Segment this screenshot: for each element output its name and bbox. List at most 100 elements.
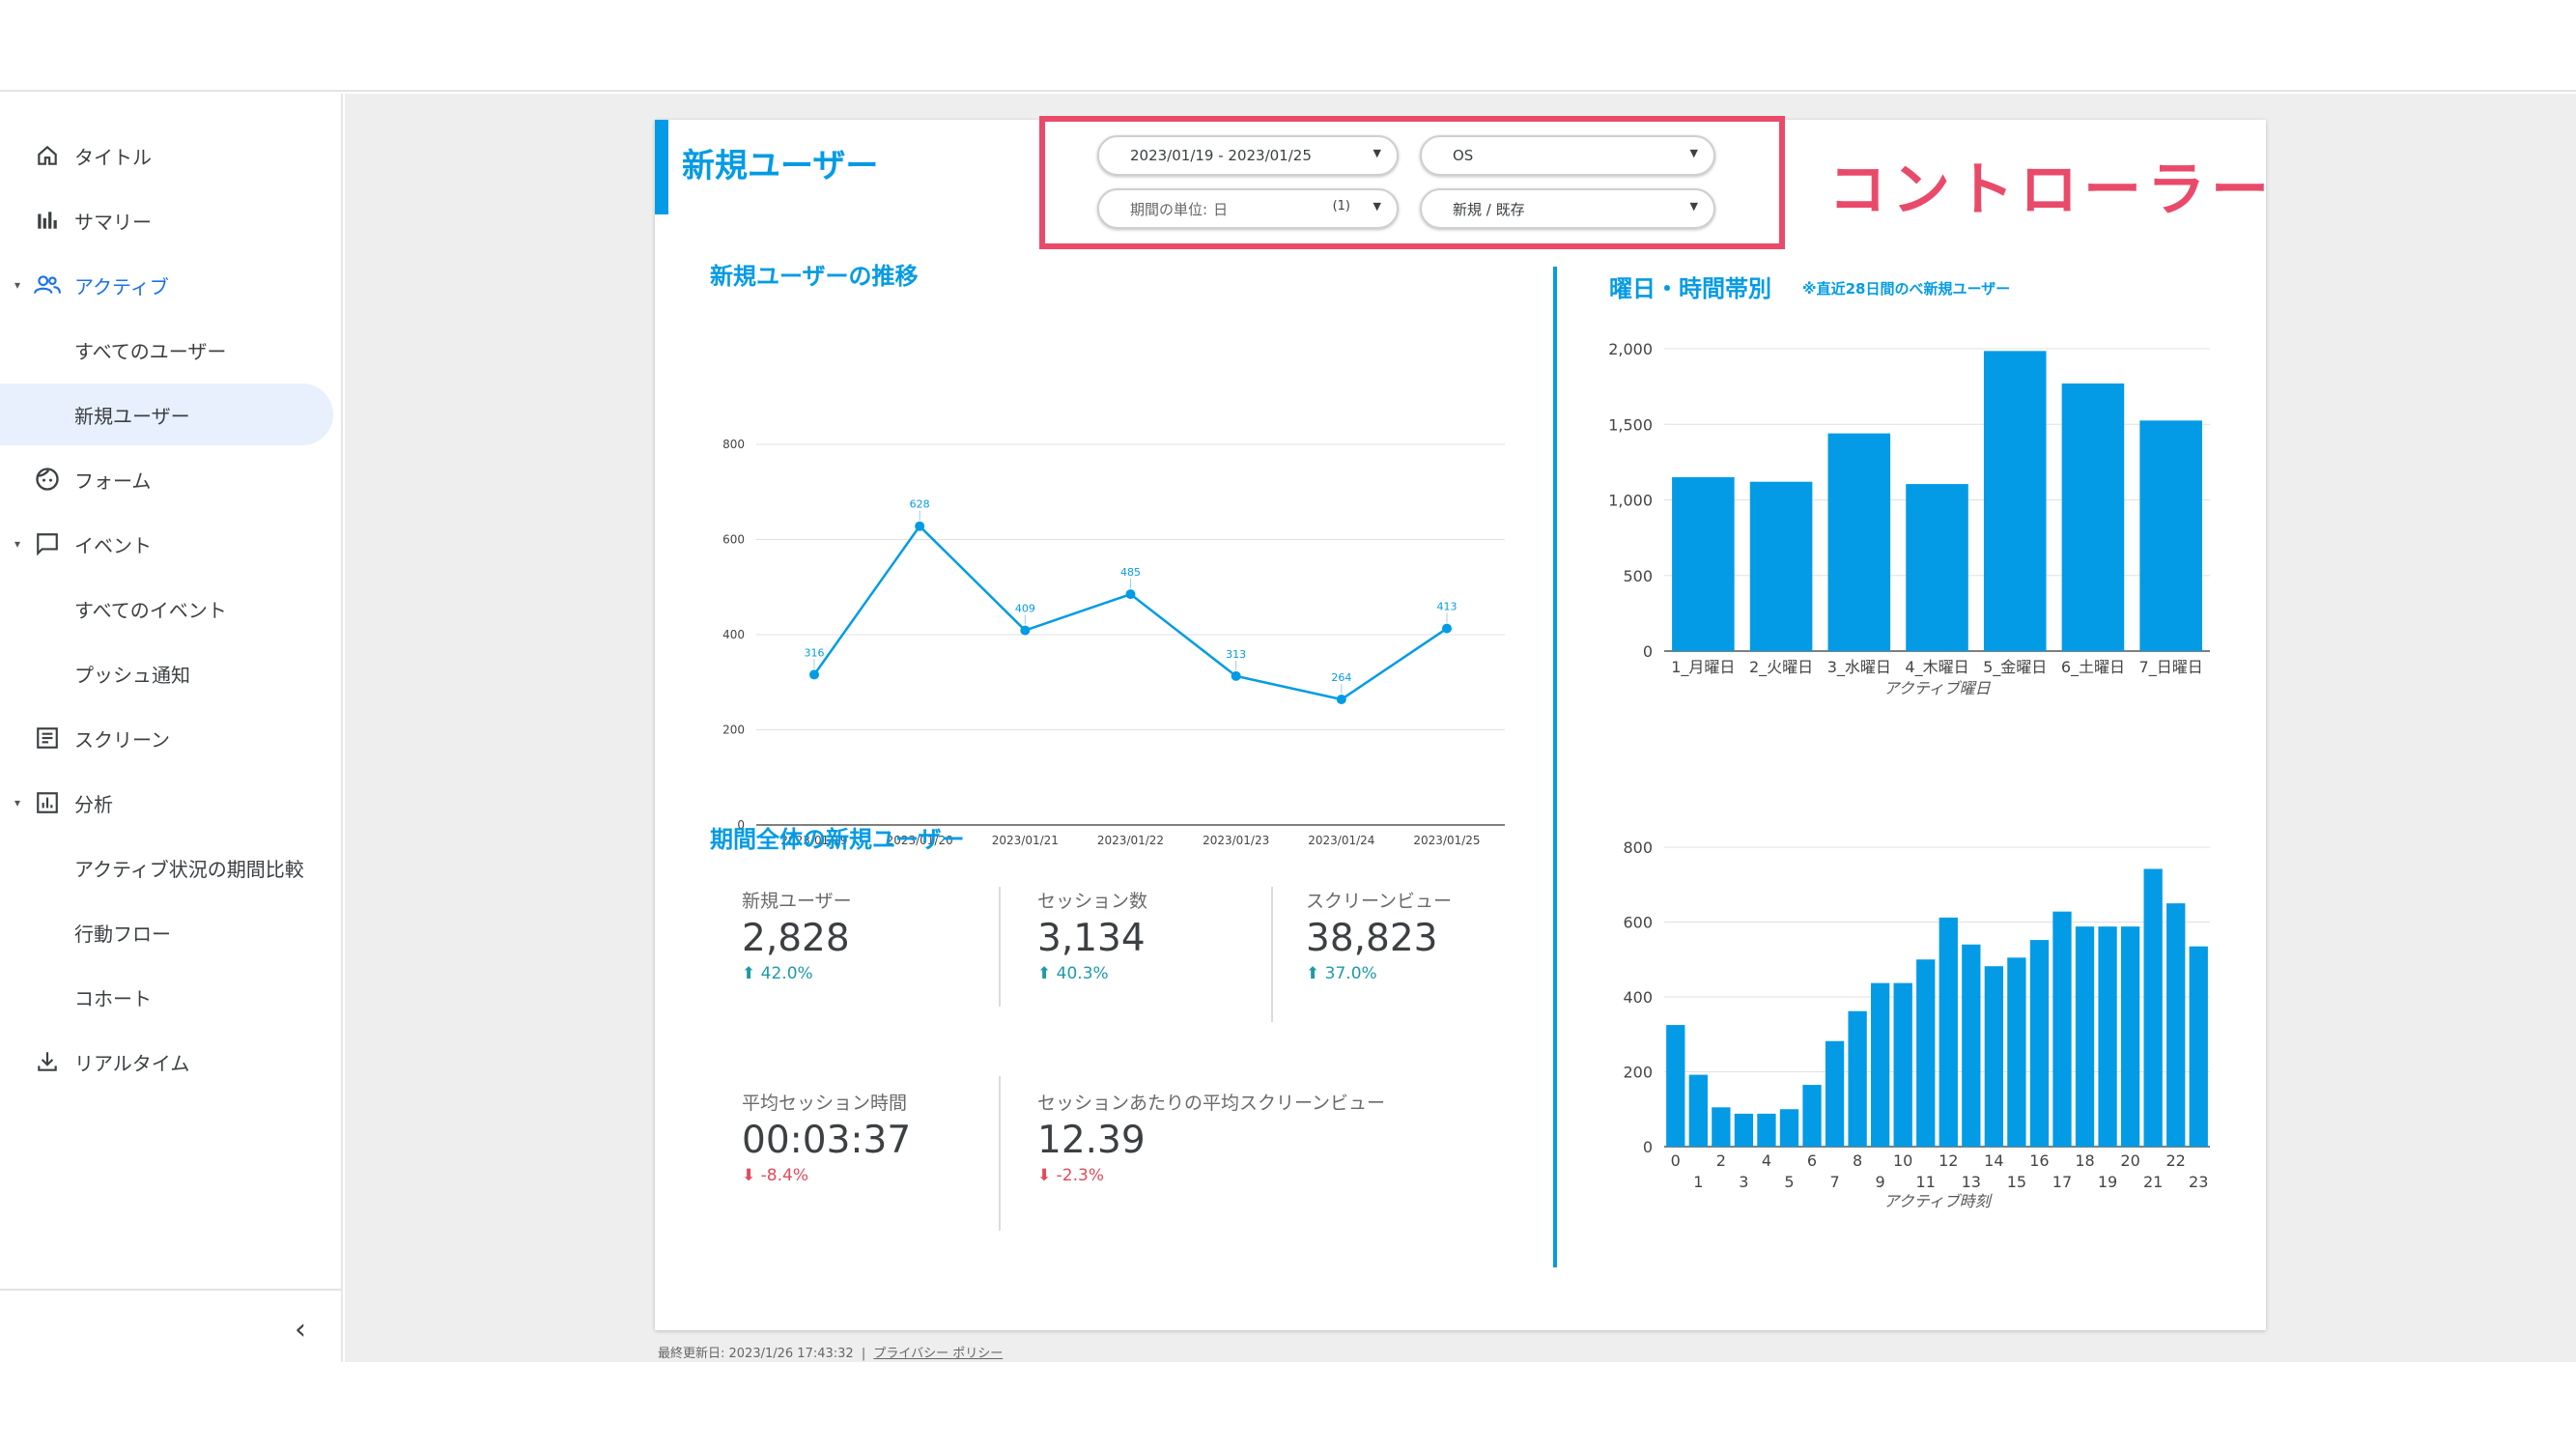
privacy-policy-link[interactable]: プライバシー ポリシー [873, 1347, 1003, 1361]
x-tick-label: 2023/01/24 [1308, 834, 1374, 847]
series-line [812, 524, 1448, 701]
bar [2007, 957, 2026, 1147]
sidebar-item-new-users[interactable]: 新規ユーザー [0, 384, 333, 445]
data-label: 485 [1120, 566, 1141, 579]
bar [1962, 944, 1981, 1147]
bar [2098, 926, 2117, 1147]
sidebar-item-label: リアルタイム [74, 1051, 190, 1075]
x-tick-label: 22 [2166, 1151, 2186, 1170]
kpi-label: 平均セッション時間 [742, 1093, 908, 1114]
weekday-hour-note: ※直近28日間のべ新規ユーザー [1802, 280, 2011, 298]
sidebar-item-all-users[interactable]: すべてのユーザー [0, 319, 333, 381]
arrow-down-icon: ⬇ [1037, 1166, 1057, 1185]
y-tick-label: 1,500 [1608, 415, 1653, 434]
kpi-value: 12.39 [1037, 1119, 1146, 1162]
face-icon [32, 464, 63, 495]
sidebar-item-period-compare[interactable]: アクティブ状況の期間比較 [0, 837, 333, 898]
kpi-screen-views: スクリーンビュー 38,823 ⬆ 37.0% [1306, 887, 1452, 983]
title-accent-bar [655, 120, 668, 214]
sidebar-item-summary[interactable]: サマリー [0, 189, 333, 251]
bar [1688, 1074, 1708, 1147]
x-tick-label: 17 [2052, 1173, 2072, 1191]
sidebar-item-label: 行動フロー [74, 922, 171, 946]
y-tick-label: 0 [1643, 1138, 1653, 1156]
y-tick-label: 500 [1623, 567, 1653, 585]
user-type-filter[interactable]: 新規 / 既存 ▼ [1420, 188, 1715, 229]
comment-icon [32, 528, 63, 559]
x-tick-label: 12 [1939, 1151, 1958, 1170]
bar [2075, 926, 2095, 1147]
bar [1984, 966, 2004, 1147]
date-range-control[interactable]: 2023/01/19 - 2023/01/25 ▼ [1097, 135, 1399, 176]
sidebar: タイトル サマリー ▾ アクティブ すべてのユーザー 新規ユーザー フォーム ▾… [0, 94, 343, 1362]
os-filter[interactable]: OS ▼ [1420, 135, 1715, 176]
kpi-delta: ⬆ 37.0% [1306, 964, 1377, 983]
y-tick-label: 2,000 [1608, 340, 1653, 358]
sidebar-item-all-events[interactable]: すべてのイベント [0, 578, 333, 639]
sidebar-item-push[interactable]: プッシュ通知 [0, 642, 333, 704]
arrow-up-icon: ⬆ [1037, 964, 1057, 983]
home-icon [32, 140, 63, 171]
data-point [915, 521, 925, 531]
period-unit-control[interactable]: 期間の単位: 日 (1) ▼ [1097, 188, 1399, 229]
period-unit-value: 日 [1213, 200, 1229, 218]
sidebar-item-label: 分析 [74, 792, 113, 816]
kpi-value: 00:03:37 [742, 1119, 912, 1162]
top-bar [0, 0, 2576, 92]
x-tick-label: 13 [1962, 1173, 1981, 1191]
kpi-label: セッション数 [1037, 891, 1148, 912]
x-tick-label: 8 [1853, 1151, 1862, 1170]
kpi-delta: ⬇ -8.4% [742, 1166, 808, 1185]
sidebar-item-title[interactable]: タイトル [0, 125, 333, 186]
bottom-strip [0, 1362, 2576, 1449]
x-tick-label: 9 [1876, 1173, 1885, 1191]
sidebar-item-behavior-flow[interactable]: 行動フロー [0, 901, 333, 963]
sidebar-item-form[interactable]: フォーム [0, 448, 333, 510]
bar [1734, 1113, 1754, 1147]
period-unit-label: 期間の単位: [1130, 200, 1208, 218]
sidebar-item-cohort[interactable]: コホート [0, 966, 333, 1028]
x-tick-label: 2023/01/21 [992, 834, 1059, 847]
x-tick-label: 18 [2075, 1151, 2094, 1170]
data-point [1442, 623, 1452, 634]
sidebar-item-label: 新規ユーザー [74, 404, 190, 428]
data-label: 316 [805, 646, 825, 659]
x-tick-label: 4_木曜日 [1905, 658, 1968, 677]
bar [1802, 1085, 1822, 1147]
bar [2052, 911, 2072, 1147]
bar [1848, 1010, 1867, 1147]
x-tick-label: 1_月曜日 [1671, 658, 1735, 677]
sidebar-item-analysis[interactable]: ▾ 分析 [0, 772, 333, 834]
bar [2143, 868, 2163, 1147]
sidebar-item-label: コホート [74, 986, 152, 1010]
kpi-delta: ⬆ 42.0% [742, 964, 813, 983]
weekday-hour-title: 曜日・時間帯別 [1609, 275, 1771, 302]
kpi-separator [999, 887, 1001, 1007]
sidebar-item-active[interactable]: ▾ アクティブ [0, 254, 333, 316]
kpi-value: 38,823 [1306, 917, 1438, 960]
x-tick-label: 6 [1807, 1151, 1817, 1170]
sidebar-item-events[interactable]: ▾ イベント [0, 513, 333, 575]
kpi-separator [999, 1076, 1001, 1231]
x-tick-label: 7_日曜日 [2139, 658, 2203, 677]
collapse-sidebar-icon[interactable]: ‹ [295, 1313, 306, 1347]
x-tick-label: 16 [2029, 1151, 2049, 1170]
sidebar-divider [0, 1289, 341, 1291]
kpi-label: セッションあたりの平均スクリーンビュー [1037, 1093, 1386, 1114]
data-point [1231, 670, 1241, 681]
bar [1893, 982, 1912, 1147]
sidebar-item-screen[interactable]: スクリーン [0, 707, 333, 769]
controller-annotation: コントローラー [1828, 156, 2275, 224]
section-divider [1553, 267, 1557, 1267]
people-icon [32, 270, 63, 300]
x-tick-label: 1 [1693, 1173, 1703, 1191]
bar [2166, 903, 2186, 1147]
kpi-delta: ⬇ -2.3% [1037, 1166, 1104, 1185]
x-tick-label: 23 [2189, 1173, 2208, 1191]
page-title: 新規ユーザー [682, 147, 879, 185]
x-tick-label: 2_火曜日 [1749, 658, 1813, 677]
data-label: 409 [1015, 603, 1035, 615]
sidebar-item-label: サマリー [74, 210, 152, 234]
sidebar-item-realtime[interactable]: リアルタイム [0, 1031, 333, 1093]
y-tick-label: 400 [1623, 988, 1653, 1007]
